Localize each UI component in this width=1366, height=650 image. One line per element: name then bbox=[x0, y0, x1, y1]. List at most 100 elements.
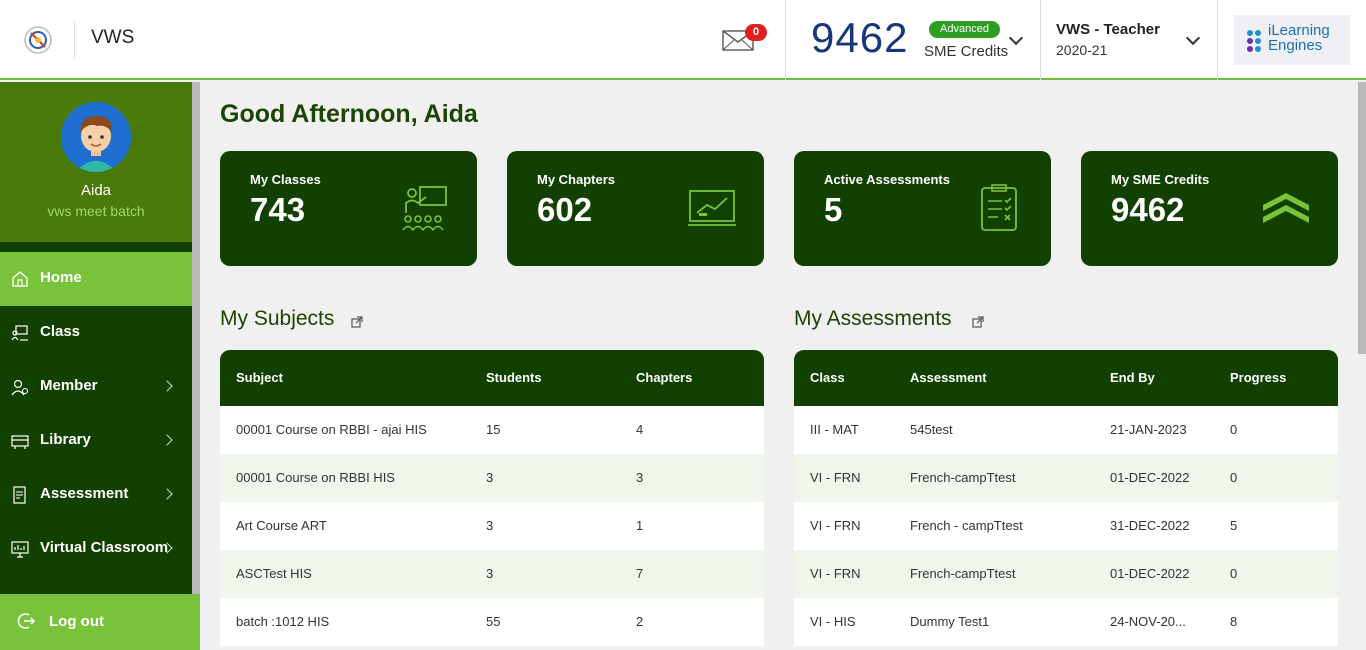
column-header[interactable]: Students bbox=[486, 370, 542, 385]
table-row[interactable]: VI - FRN French-campTtest 01-DEC-2022 0 bbox=[794, 454, 1338, 502]
sidebar-item-home[interactable]: Home bbox=[0, 252, 192, 306]
chevron-rank-icon bbox=[1263, 193, 1309, 223]
chevron-right-icon bbox=[161, 380, 173, 392]
sidebar-item-class[interactable]: Class bbox=[0, 306, 192, 360]
table-header: Subject Students Chapters bbox=[220, 350, 764, 406]
table-cell: VI - FRN bbox=[810, 470, 861, 485]
school-logo-icon[interactable] bbox=[22, 24, 54, 56]
sidebar: Aida vws meet batch Home Class Member Li… bbox=[0, 82, 200, 650]
table-cell: ASCTest HIS bbox=[236, 566, 312, 581]
table-cell: 7 bbox=[636, 566, 644, 581]
table-row[interactable]: batch :1012 HIS 55 2 bbox=[220, 598, 764, 646]
table-cell: 55 bbox=[486, 614, 501, 629]
table-row[interactable]: VI - HIS Dummy Test1 24-NOV-20... 8 bbox=[794, 598, 1338, 646]
sidebar-item-library[interactable]: Library bbox=[0, 414, 192, 468]
sidebar-scrollbar[interactable] bbox=[192, 82, 200, 594]
table-cell: VI - FRN bbox=[810, 566, 861, 581]
table-row[interactable]: ASCTest HIS 3 7 bbox=[220, 550, 764, 598]
card-title: My Classes bbox=[250, 172, 321, 187]
credits-label: SME Credits bbox=[924, 43, 1009, 60]
table-row[interactable]: VI - FRN French - campTtest 31-DEC-2022 … bbox=[794, 502, 1338, 550]
card-active-assessments[interactable]: Active Assessments 5 bbox=[794, 151, 1051, 266]
sidebar-item-member[interactable]: Member bbox=[0, 360, 192, 414]
ilearning-logo-line1: iLearning bbox=[1268, 22, 1330, 39]
card-value: 9462 bbox=[1111, 191, 1185, 228]
user-batch: vws meet batch bbox=[47, 203, 145, 219]
header-separator bbox=[1217, 0, 1218, 80]
table-cell: 0 bbox=[1230, 470, 1238, 485]
profile-panel: Aida vws meet batch bbox=[0, 82, 192, 242]
table-cell: French - campTtest bbox=[910, 518, 1023, 533]
table-cell: French-campTtest bbox=[910, 566, 1016, 581]
sidebar-item-assessment[interactable]: Assessment bbox=[0, 468, 192, 522]
table-cell: Art Course ART bbox=[236, 518, 327, 533]
table-cell: 3 bbox=[486, 566, 494, 581]
mail-count-badge: 0 bbox=[745, 24, 767, 41]
column-header[interactable]: Progress bbox=[1230, 370, 1286, 385]
card-my-sme-credits[interactable]: My SME Credits 9462 bbox=[1081, 151, 1338, 266]
sidebar-item-virtual-classroom[interactable]: Virtual Classroom bbox=[0, 522, 192, 576]
plan-badge: Advanced bbox=[929, 21, 1000, 38]
table-cell: 8 bbox=[1230, 614, 1238, 629]
card-my-chapters[interactable]: My Chapters 602 bbox=[507, 151, 764, 266]
user-name: Aida bbox=[80, 182, 112, 199]
table-cell: 5 bbox=[1230, 518, 1238, 533]
table-cell: 1 bbox=[636, 518, 644, 533]
table-cell: 00001 Course on RBBI HIS bbox=[236, 470, 395, 485]
external-link-icon[interactable] bbox=[351, 316, 363, 328]
table-row[interactable]: VI - FRN French-campTtest 01-DEC-2022 0 bbox=[794, 550, 1338, 598]
table-row[interactable]: 00001 Course on RBBI - ajai HIS 15 4 bbox=[220, 406, 764, 454]
table-cell: 0 bbox=[1230, 566, 1238, 581]
sidebar-item-label: Home bbox=[40, 269, 82, 286]
header-divider bbox=[74, 22, 75, 58]
subjects-table: Subject Students Chapters 00001 Course o… bbox=[220, 350, 764, 646]
clipboard-checklist-icon bbox=[981, 184, 1017, 231]
table-row[interactable]: Art Course ART 3 1 bbox=[220, 502, 764, 550]
chevron-right-icon bbox=[161, 488, 173, 500]
logout-button[interactable]: Log out bbox=[0, 594, 200, 650]
column-header[interactable]: Chapters bbox=[636, 370, 692, 385]
card-value: 5 bbox=[824, 191, 843, 228]
logout-icon bbox=[17, 613, 36, 629]
avatar[interactable] bbox=[61, 102, 131, 172]
credits-dropdown-chevron-icon[interactable] bbox=[1008, 30, 1024, 46]
column-header[interactable]: Assessment bbox=[910, 370, 987, 385]
table-cell: 3 bbox=[486, 518, 494, 533]
academic-year[interactable]: 2020-21 bbox=[1056, 42, 1107, 58]
table-cell: 2 bbox=[636, 614, 644, 629]
teacher-classroom-icon bbox=[402, 186, 447, 231]
card-value: 602 bbox=[537, 191, 593, 228]
table-cell: 545test bbox=[910, 422, 953, 437]
sidebar-item-label: Member bbox=[40, 377, 98, 394]
role-dropdown-chevron-icon[interactable] bbox=[1185, 30, 1201, 46]
sidebar-item-label: Virtual Classroom bbox=[40, 539, 169, 556]
column-header[interactable]: End By bbox=[1110, 370, 1155, 385]
card-title: Active Assessments bbox=[824, 172, 950, 187]
sidebar-item-label: Assessment bbox=[40, 485, 129, 502]
sidebar-item-label: Library bbox=[40, 431, 91, 448]
logout-label: Log out bbox=[49, 613, 104, 630]
table-cell: 15 bbox=[486, 422, 501, 437]
header-separator bbox=[785, 0, 786, 80]
role-label[interactable]: VWS - Teacher bbox=[1056, 21, 1160, 38]
ilearning-logo-line2: Engines bbox=[1268, 37, 1323, 54]
credits-value: 9462 bbox=[811, 14, 909, 61]
table-cell: French-campTtest bbox=[910, 470, 1016, 485]
table-cell: III - MAT bbox=[810, 422, 859, 437]
column-header[interactable]: Subject bbox=[236, 370, 283, 385]
card-title: My SME Credits bbox=[1111, 172, 1210, 187]
page-scrollbar[interactable] bbox=[1358, 82, 1366, 354]
class-icon bbox=[11, 325, 28, 341]
section-title-my-assessments: My Assessments bbox=[794, 307, 952, 330]
ilearning-logo-icon bbox=[1247, 30, 1261, 52]
user-avatar-icon bbox=[61, 102, 131, 172]
member-icon bbox=[11, 379, 29, 396]
library-icon bbox=[11, 435, 29, 449]
table-row[interactable]: 00001 Course on RBBI HIS 3 3 bbox=[220, 454, 764, 502]
column-header[interactable]: Class bbox=[810, 370, 845, 385]
external-link-icon[interactable] bbox=[972, 316, 984, 328]
card-my-classes[interactable]: My Classes 743 bbox=[220, 151, 477, 266]
card-title: My Chapters bbox=[537, 172, 616, 187]
table-row[interactable]: III - MAT 545test 21-JAN-2023 0 bbox=[794, 406, 1338, 454]
table-cell: 24-NOV-20... bbox=[1110, 614, 1186, 629]
